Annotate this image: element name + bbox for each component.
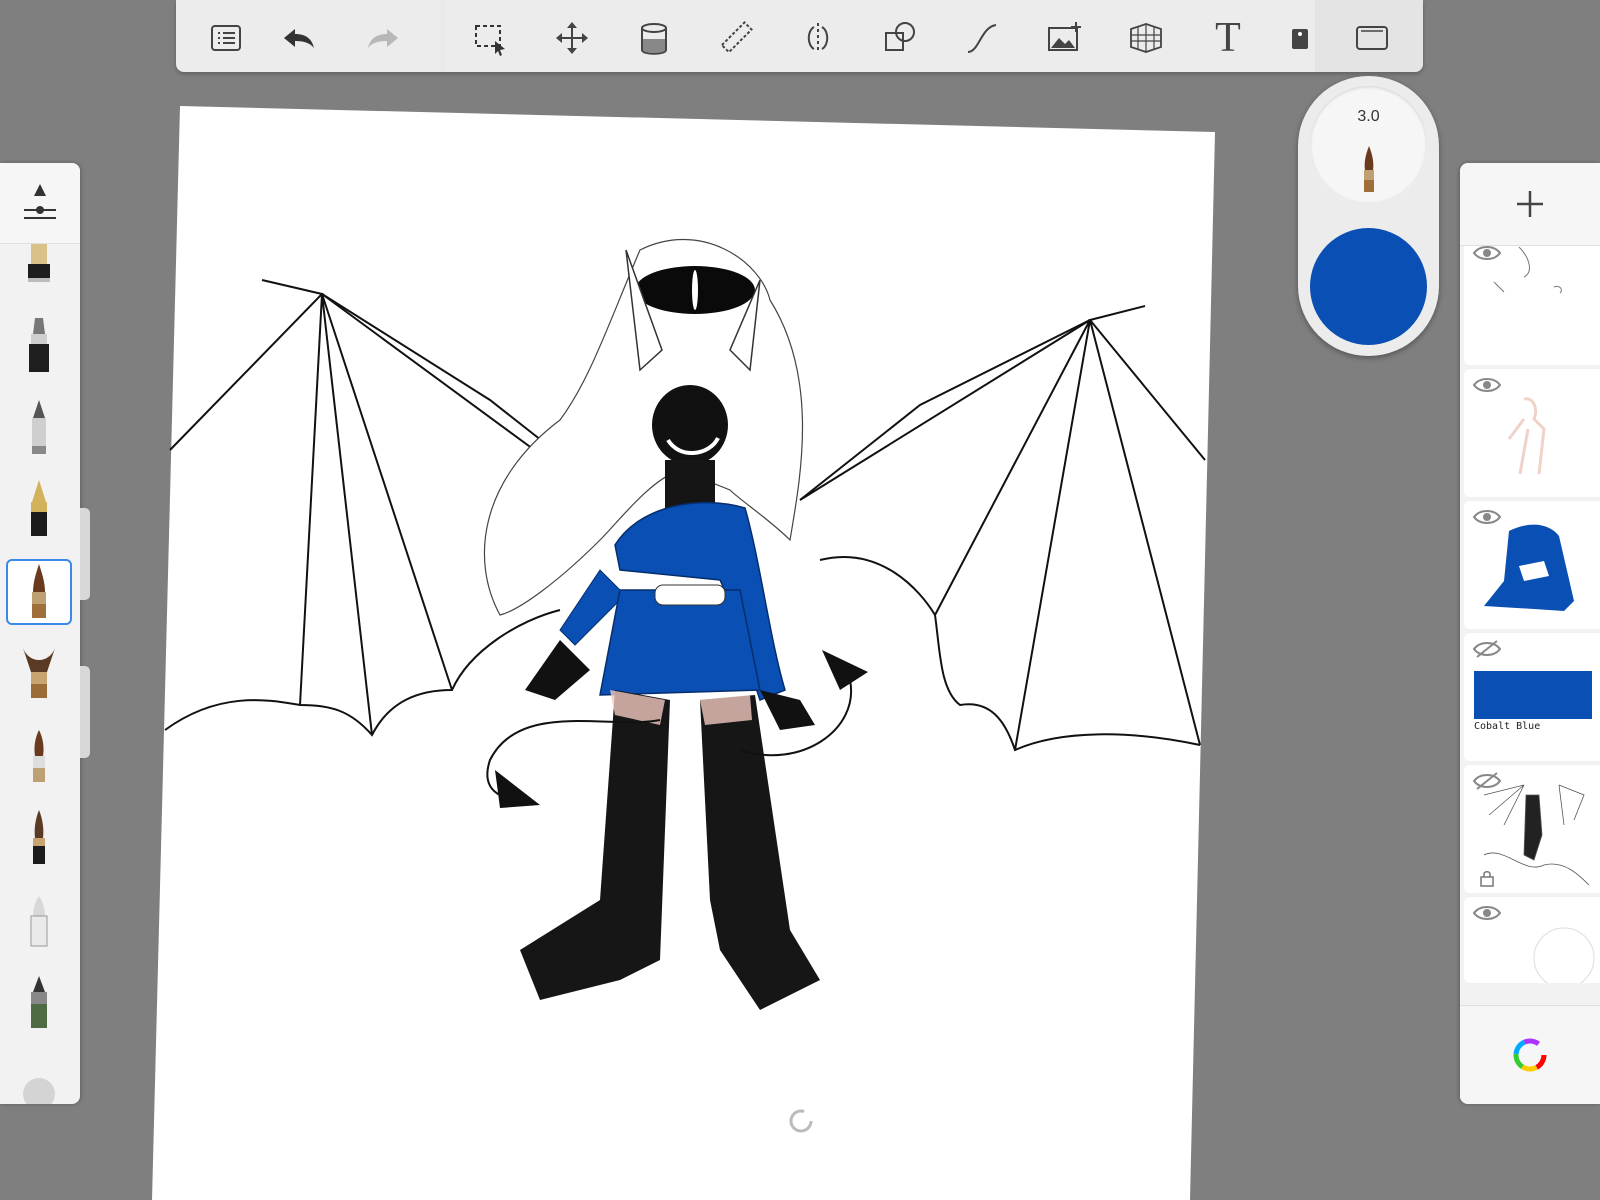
redo-icon[interactable] bbox=[360, 14, 408, 62]
selection-icon[interactable] bbox=[466, 14, 514, 62]
add-layer-icon[interactable] bbox=[1460, 163, 1600, 246]
image-add-icon[interactable] bbox=[1040, 14, 1088, 62]
brush-size-slider[interactable] bbox=[80, 508, 90, 600]
layer-cobalt-blue[interactable]: Cobalt Blue bbox=[1464, 633, 1600, 761]
eye-hidden-icon[interactable] bbox=[1472, 771, 1502, 791]
paint-brush[interactable] bbox=[6, 559, 72, 625]
brush-puck[interactable]: 3.0 bbox=[1298, 76, 1439, 356]
layer-name-label: Cobalt Blue bbox=[1474, 721, 1541, 732]
eye-hidden-icon[interactable] bbox=[1472, 639, 1502, 659]
list-icon[interactable] bbox=[202, 14, 250, 62]
ink-brush[interactable] bbox=[6, 805, 72, 871]
lock-icon bbox=[1480, 871, 1494, 887]
top-toolbar: T bbox=[176, 0, 1423, 72]
layer-skin[interactable] bbox=[1464, 369, 1600, 497]
brush-properties-icon[interactable] bbox=[0, 163, 80, 244]
layer-background[interactable] bbox=[1464, 897, 1600, 983]
eye-icon[interactable] bbox=[1472, 903, 1502, 923]
fullscreen-icon[interactable] bbox=[1348, 14, 1396, 62]
fill-icon[interactable] bbox=[630, 14, 678, 62]
layer-reference[interactable] bbox=[1464, 765, 1600, 893]
brush-size-label: 3.0 bbox=[1357, 108, 1380, 125]
eraser-brush[interactable] bbox=[6, 887, 72, 953]
ruler-icon[interactable] bbox=[712, 14, 760, 62]
pencil-brush[interactable] bbox=[6, 395, 72, 461]
paint-brush-icon bbox=[1364, 146, 1374, 192]
perspective-icon[interactable] bbox=[1122, 14, 1170, 62]
airbrush-brush[interactable] bbox=[6, 641, 72, 707]
eye-icon[interactable] bbox=[1472, 507, 1502, 527]
transform-icon[interactable] bbox=[548, 14, 596, 62]
stencil-icon[interactable] bbox=[1276, 14, 1324, 62]
felt-pen-brush[interactable] bbox=[6, 313, 72, 379]
character-art bbox=[483, 239, 868, 1010]
undo-icon[interactable] bbox=[274, 14, 322, 62]
brush-palette bbox=[0, 163, 80, 1104]
layers-panel: Cobalt Blue bbox=[1460, 163, 1600, 1104]
shapes-icon[interactable] bbox=[876, 14, 924, 62]
curve-icon[interactable] bbox=[958, 14, 1006, 62]
fineliner-brush[interactable] bbox=[6, 969, 72, 1035]
layer-blue-clothes[interactable] bbox=[1464, 501, 1600, 629]
brush-opacity-slider[interactable] bbox=[80, 666, 90, 758]
bat-wings-sketch bbox=[164, 279, 1206, 752]
color-puck[interactable] bbox=[1310, 228, 1427, 345]
loading-spinner-icon bbox=[789, 1109, 813, 1133]
fountain-pen-brush[interactable] bbox=[6, 477, 72, 543]
eye-icon[interactable] bbox=[1472, 375, 1502, 395]
text-icon[interactable]: T bbox=[1204, 14, 1252, 62]
round-brush[interactable] bbox=[6, 723, 72, 789]
layer-sketch-lines[interactable] bbox=[1464, 237, 1600, 365]
blender-brush[interactable] bbox=[6, 1051, 72, 1104]
brush-size-puck[interactable]: 3.0 bbox=[1310, 86, 1427, 203]
eye-icon[interactable] bbox=[1472, 243, 1502, 263]
symmetry-icon[interactable] bbox=[794, 14, 842, 62]
color-wheel-icon[interactable] bbox=[1460, 1005, 1600, 1104]
